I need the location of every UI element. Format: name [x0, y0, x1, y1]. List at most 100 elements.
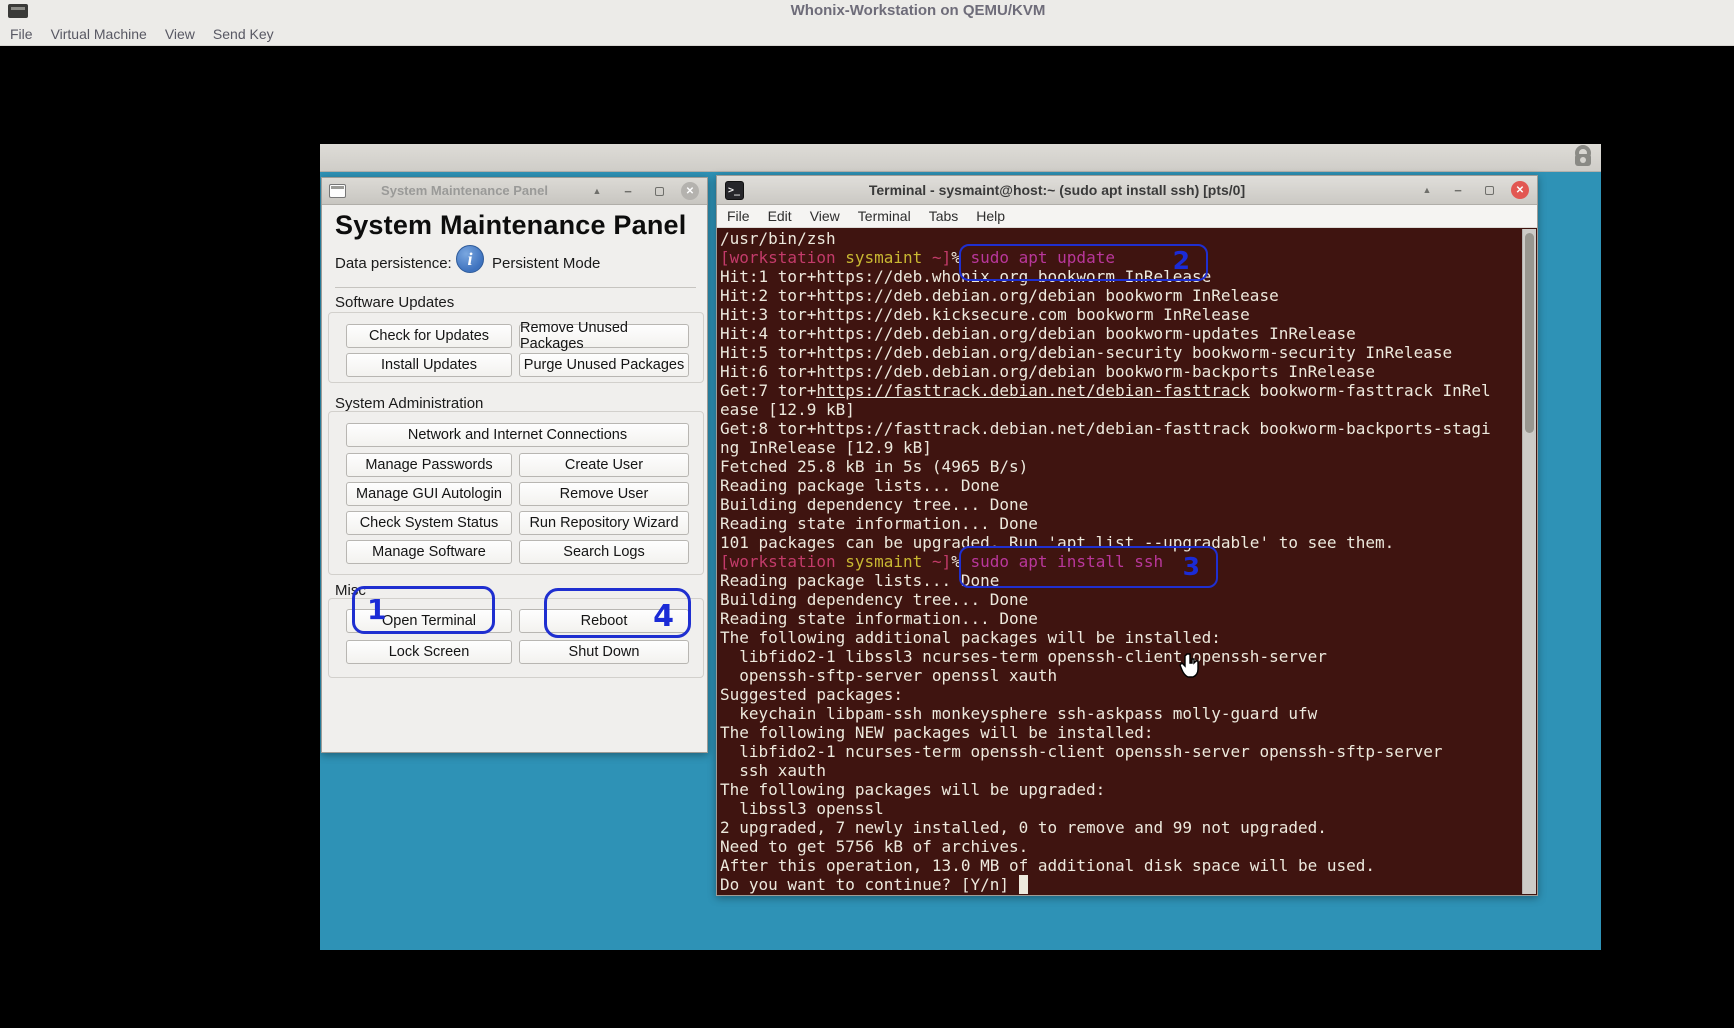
terminal-line: Hit:6 tor+https://deb.debian.org/debian …	[720, 362, 1520, 381]
terminal-line: Fetched 25.8 kB in 5s (4965 B/s)	[720, 457, 1520, 476]
terminal-line: Reading state information... Done	[720, 514, 1520, 533]
terminal-menubar: File Edit View Terminal Tabs Help	[717, 205, 1537, 228]
terminal-line: Need to get 5756 kB of archives.	[720, 837, 1520, 856]
terminal-line: The following NEW packages will be insta…	[720, 723, 1520, 742]
terminal-line: Hit:5 tor+https://deb.debian.org/debian-…	[720, 343, 1520, 362]
terminal-line: keychain libpam-ssh monkeysphere ssh-ask…	[720, 704, 1520, 723]
terminal-line: Hit:3 tor+https://deb.kicksecure.com boo…	[720, 305, 1520, 324]
terminal-line: Suggested packages:	[720, 685, 1520, 704]
network-internet-connections-button[interactable]: Network and Internet Connections	[346, 423, 689, 447]
data-persistence-label: Data persistence:	[335, 255, 452, 272]
terminal-app-icon: >_	[725, 181, 744, 200]
close-button[interactable]: ✕	[681, 182, 699, 200]
terminal-menu-file[interactable]: File	[727, 208, 750, 224]
create-user-button[interactable]: Create User	[519, 453, 689, 477]
terminal-line: Building dependency tree... Done	[720, 495, 1520, 514]
divider	[335, 287, 696, 288]
terminal-window-title: Terminal - sysmaint@host:~ (sudo apt ins…	[757, 182, 1357, 198]
terminal-line: /usr/bin/zsh	[720, 229, 1520, 248]
close-button[interactable]: ✕	[1511, 181, 1529, 199]
terminal-scrollbar[interactable]	[1522, 229, 1536, 894]
terminal-line: 101 packages can be upgraded. Run 'apt l…	[720, 533, 1520, 552]
terminal-menu-tabs[interactable]: Tabs	[929, 208, 959, 224]
terminal-line: Hit:4 tor+https://deb.debian.org/debian …	[720, 324, 1520, 343]
info-icon: i	[456, 245, 484, 273]
terminal-line: Hit:1 tor+https://deb.whonix.org bookwor…	[720, 267, 1520, 286]
system-administration-label: System Administration	[335, 395, 483, 412]
terminal-line: After this operation, 13.0 MB of additio…	[720, 856, 1520, 875]
terminal-line: Get:8 tor+https://fasttrack.debian.net/d…	[720, 419, 1520, 438]
terminal-line: Get:7 tor+https://fasttrack.debian.net/d…	[720, 381, 1520, 400]
shut-down-button[interactable]: Shut Down	[519, 640, 689, 664]
terminal-line: libfido2-1 ncurses-term openssh-client o…	[720, 742, 1520, 761]
lock-icon	[1571, 145, 1595, 171]
terminal-line: ng InRelease [12.9 kB]	[720, 438, 1520, 457]
scrollbar-thumb[interactable]	[1525, 233, 1534, 433]
terminal-line: 2 upgraded, 7 newly installed, 0 to remo…	[720, 818, 1520, 837]
terminal-line: The following packages will be upgraded:	[720, 780, 1520, 799]
terminal-line: ssh xauth	[720, 761, 1520, 780]
app-titlebar: Whonix-Workstation on QEMU/KVM	[0, 0, 1734, 22]
terminal-menu-help[interactable]: Help	[976, 208, 1005, 224]
terminal-window: >_ Terminal - sysmaint@host:~ (sudo apt …	[716, 175, 1538, 896]
lock-screen-button[interactable]: Lock Screen	[346, 640, 512, 664]
maximize-button[interactable]	[1480, 181, 1498, 199]
terminal-line: ease [12.9 kB]	[720, 400, 1520, 419]
panel-titlebar[interactable]: System Maintenance Panel ▲ − ✕	[322, 178, 707, 205]
shade-button[interactable]: ▲	[1418, 181, 1436, 199]
open-terminal-button[interactable]: Open Terminal	[346, 609, 512, 633]
search-logs-button[interactable]: Search Logs	[519, 540, 689, 564]
vm-top-panel	[320, 144, 1601, 172]
terminal-line: Building dependency tree... Done	[720, 590, 1520, 609]
reboot-button[interactable]: Reboot	[519, 609, 689, 633]
system-maintenance-panel-window: System Maintenance Panel ▲ − ✕ System Ma…	[321, 177, 708, 753]
data-persistence-value: Persistent Mode	[492, 255, 600, 272]
install-updates-button[interactable]: Install Updates	[346, 353, 512, 377]
app-window-icon	[8, 4, 28, 18]
terminal-line: libfido2-1 libssl3 ncurses-term openssh-…	[720, 647, 1520, 666]
menu-send-key[interactable]: Send Key	[213, 26, 274, 42]
minimize-button[interactable]: −	[619, 182, 637, 200]
terminal-menu-edit[interactable]: Edit	[768, 208, 792, 224]
virt-viewer-window: Whonix-Workstation on QEMU/KVM File Virt…	[0, 0, 1734, 1028]
manage-software-button[interactable]: Manage Software	[346, 540, 512, 564]
check-for-updates-button[interactable]: Check for Updates	[346, 324, 512, 348]
terminal-line: [workstation sysmaint ~]% sudo apt updat…	[720, 248, 1520, 267]
mouse-cursor-hand-icon	[1178, 652, 1202, 680]
software-updates-label: Software Updates	[335, 294, 454, 311]
panel-window-icon	[329, 184, 346, 198]
manage-gui-autologin-button[interactable]: Manage GUI Autologin	[346, 482, 512, 506]
terminal-line: Reading package lists... Done	[720, 571, 1520, 590]
terminal-line: [workstation sysmaint ~]% sudo apt insta…	[720, 552, 1520, 571]
panel-heading: System Maintenance Panel	[335, 210, 686, 241]
shade-button[interactable]: ▲	[588, 182, 606, 200]
app-menubar: File Virtual Machine View Send Key	[0, 22, 1734, 46]
menu-virtual-machine[interactable]: Virtual Machine	[51, 26, 147, 42]
app-title: Whonix-Workstation on QEMU/KVM	[791, 2, 1046, 19]
manage-passwords-button[interactable]: Manage Passwords	[346, 453, 512, 477]
run-repository-wizard-button[interactable]: Run Repository Wizard	[519, 511, 689, 535]
terminal-content[interactable]: /usr/bin/zsh[workstation sysmaint ~]% su…	[717, 228, 1537, 895]
terminal-line: libssl3 openssl	[720, 799, 1520, 818]
terminal-line: Reading state information... Done	[720, 609, 1520, 628]
terminal-line: openssh-sftp-server openssl xauth	[720, 666, 1520, 685]
misc-label: Misc	[335, 582, 366, 599]
terminal-line: Do you want to continue? [Y/n]	[720, 875, 1520, 894]
minimize-button[interactable]: −	[1449, 181, 1467, 199]
app-chrome: Whonix-Workstation on QEMU/KVM File Virt…	[0, 0, 1734, 46]
terminal-line: The following additional packages will b…	[720, 628, 1520, 647]
terminal-line: Reading package lists... Done	[720, 476, 1520, 495]
maximize-button[interactable]	[650, 182, 668, 200]
remove-unused-packages-button[interactable]: Remove Unused Packages	[519, 324, 689, 348]
panel-window-title: System Maintenance Panel	[352, 183, 577, 198]
menu-view[interactable]: View	[165, 26, 195, 42]
terminal-menu-view[interactable]: View	[810, 208, 840, 224]
remove-user-button[interactable]: Remove User	[519, 482, 689, 506]
check-system-status-button[interactable]: Check System Status	[346, 511, 512, 535]
terminal-menu-terminal[interactable]: Terminal	[858, 208, 911, 224]
terminal-line: Hit:2 tor+https://deb.debian.org/debian …	[720, 286, 1520, 305]
terminal-titlebar[interactable]: >_ Terminal - sysmaint@host:~ (sudo apt …	[717, 176, 1537, 205]
menu-file[interactable]: File	[10, 26, 33, 42]
terminal-output: /usr/bin/zsh[workstation sysmaint ~]% su…	[720, 229, 1520, 895]
purge-unused-packages-button[interactable]: Purge Unused Packages	[519, 353, 689, 377]
